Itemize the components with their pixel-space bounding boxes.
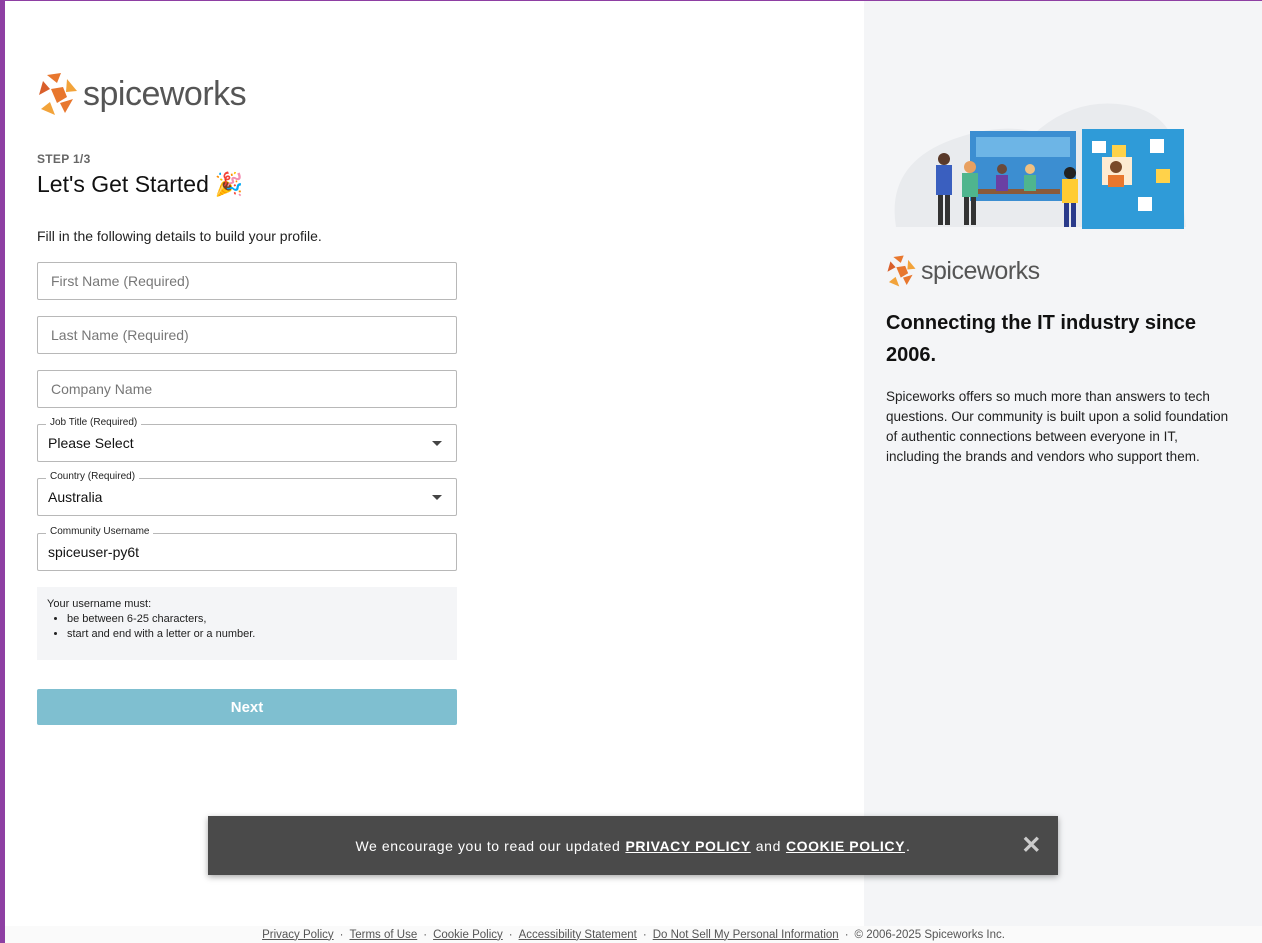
spiceworks-logo-icon: [39, 73, 77, 115]
form-intro: Fill in the following details to build y…: [37, 228, 322, 244]
footer-accessibility-link[interactable]: Accessibility Statement: [519, 929, 637, 941]
page-title: Let's Get Started 🎉: [37, 171, 244, 198]
last-name-field[interactable]: [37, 316, 457, 354]
info-title: Connecting the IT industry since 2006.: [886, 312, 1197, 366]
first-name-input[interactable]: [38, 263, 456, 299]
cookie-policy-link[interactable]: COOKIE POLICY: [786, 838, 905, 854]
chevron-down-icon[interactable]: [432, 495, 442, 500]
footer-separator: ·: [339, 928, 344, 941]
footer-cookie-link[interactable]: Cookie Policy: [433, 929, 503, 941]
country-value: Australia: [48, 489, 103, 505]
footer-separator: ·: [642, 928, 647, 941]
next-button[interactable]: Next: [37, 689, 457, 725]
footer-privacy-link[interactable]: Privacy Policy: [262, 929, 334, 941]
job-title-select[interactable]: Job Title (Required) Please Select: [37, 417, 457, 462]
footer-copyright: © 2006-2025 Spiceworks Inc.: [854, 928, 1005, 941]
spiceworks-wordmark: spiceworks: [921, 256, 1040, 285]
chevron-down-icon[interactable]: [432, 441, 442, 446]
list-item: start and end with a letter or a number.: [67, 628, 447, 640]
job-title-label: Job Title (Required): [46, 417, 142, 428]
info-panel: spiceworks Connecting the IT industry si…: [864, 1, 1262, 943]
community-illustration: [894, 103, 1186, 229]
footer-do-not-sell-link[interactable]: Do Not Sell My Personal Information: [653, 929, 839, 941]
username-input[interactable]: [38, 534, 456, 570]
footer-separator: ·: [423, 928, 428, 941]
footer: Privacy Policy · Terms of Use · Cookie P…: [5, 926, 1262, 943]
country-label: Country (Required): [46, 471, 140, 482]
banner-text: We encourage you to read our updated: [355, 837, 621, 854]
last-name-input[interactable]: [38, 317, 456, 353]
footer-separator: ·: [844, 928, 849, 941]
country-select[interactable]: Country (Required) Australia: [37, 471, 457, 516]
username-field[interactable]: Community Username: [37, 526, 457, 571]
policy-banner: We encourage you to read our updated PRI…: [208, 816, 1058, 875]
party-popper-icon: 🎉: [214, 171, 244, 197]
footer-terms-link[interactable]: Terms of Use: [349, 929, 417, 941]
signup-panel: spiceworks STEP 1/3 Let's Get Started 🎉 …: [5, 1, 864, 943]
spiceworks-logo-icon: [887, 255, 916, 287]
company-name-input[interactable]: [38, 371, 456, 407]
username-label: Community Username: [46, 526, 154, 537]
company-name-field[interactable]: [37, 370, 457, 408]
first-name-field[interactable]: [37, 262, 457, 300]
spiceworks-logo: spiceworks: [886, 254, 1040, 288]
info-body: Spiceworks offers so much more than answ…: [886, 389, 1229, 464]
job-title-value: Please Select: [48, 435, 134, 451]
page-title-text: Let's Get Started: [37, 171, 209, 197]
banner-period: .: [906, 837, 911, 854]
step-indicator: STEP 1/3: [37, 152, 91, 166]
username-rules-heading: Your username must:: [47, 598, 152, 610]
spiceworks-wordmark: spiceworks: [83, 74, 247, 113]
banner-and: and: [755, 837, 781, 854]
username-rules: Your username must: be between 6-25 char…: [37, 587, 457, 660]
username-rules-list: be between 6-25 characters, start and en…: [47, 613, 447, 640]
spiceworks-logo: spiceworks: [37, 71, 247, 117]
privacy-policy-link[interactable]: PRIVACY POLICY: [625, 838, 750, 854]
footer-separator: ·: [508, 928, 513, 941]
close-icon[interactable]: ✕: [1021, 834, 1042, 858]
page-frame: spiceworks STEP 1/3 Let's Get Started 🎉 …: [5, 1, 1262, 943]
list-item: be between 6-25 characters,: [67, 613, 447, 625]
